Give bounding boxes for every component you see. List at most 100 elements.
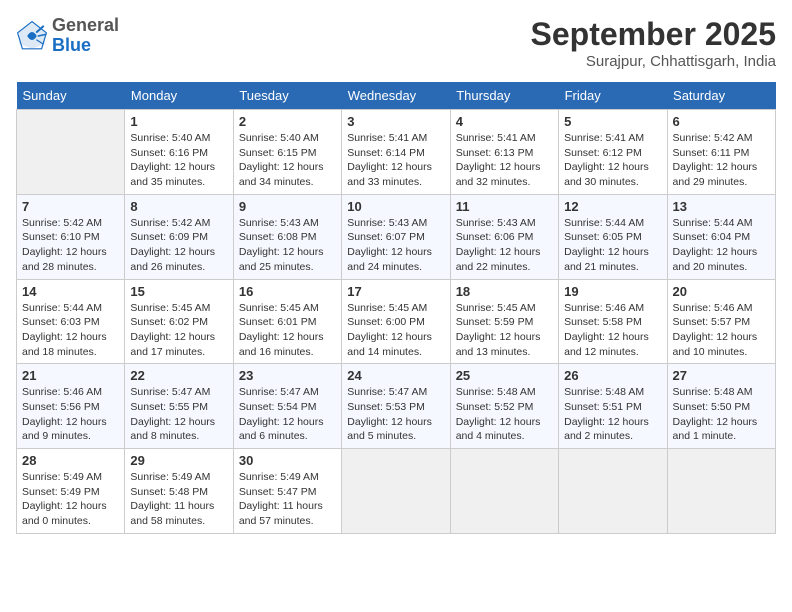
day-number: 30 [239,453,336,468]
calendar-cell: 23 Sunrise: 5:47 AMSunset: 5:54 PMDayligh… [233,364,341,449]
day-number: 2 [239,114,336,129]
day-info: Sunrise: 5:40 AMSunset: 6:15 PMDaylight:… [239,131,336,190]
day-number: 26 [564,368,661,383]
calendar-cell: 10Sunrise: 5:43 AMSunset: 6:07 PMDayligh… [342,194,450,279]
day-info: Sunrise: 5:47 AMSunset: 5:54 PMDaylight:… [239,385,336,444]
calendar-week-row: 7 Sunrise: 5:42 AMSunset: 6:10 PMDaylight… [17,194,776,279]
calendar-cell: 14 Sunrise: 5:44 AMSunset: 6:03 PMDayligh… [17,279,125,364]
day-info: Sunrise: 5:40 AMSunset: 6:16 PMDaylight:… [130,131,227,190]
calendar-cell: 12 Sunrise: 5:44 AMSunset: 6:05 PMDayligh… [559,194,667,279]
day-info: Sunrise: 5:44 AMSunset: 6:04 PMDaylight:… [673,216,770,275]
day-info: Sunrise: 5:49 AMSunset: 5:47 PMDaylight:… [239,470,336,529]
logo-icon [16,20,48,52]
day-info: Sunrise: 5:45 AMSunset: 6:00 PMDaylight:… [347,301,444,360]
title-section: September 2025 Surajpur, Chhattisgarh, I… [531,16,776,70]
calendar-cell: 28 Sunrise: 5:49 AMSunset: 5:49 PMDayligh… [17,449,125,534]
day-info: Sunrise: 5:45 AMSunset: 6:01 PMDaylight:… [239,301,336,360]
day-number: 25 [456,368,553,383]
weekday-header-friday: Friday [559,82,667,110]
day-info: Sunrise: 5:41 AMSunset: 6:12 PMDaylight:… [564,131,661,190]
day-number: 23 [239,368,336,383]
day-number: 13 [673,199,770,214]
day-number: 5 [564,114,661,129]
calendar-table: SundayMondayTuesdayWednesdayThursdayFrid… [16,82,776,534]
calendar-cell: 27Sunrise: 5:48 AMSunset: 5:50 PMDayligh… [667,364,775,449]
day-info: Sunrise: 5:44 AMSunset: 6:05 PMDaylight:… [564,216,661,275]
day-number: 12 [564,199,661,214]
day-info: Sunrise: 5:48 AMSunset: 5:50 PMDaylight:… [673,385,770,444]
day-number: 8 [130,199,227,214]
calendar-cell: 19 Sunrise: 5:46 AMSunset: 5:58 PMDayligh… [559,279,667,364]
day-number: 11 [456,199,553,214]
calendar-cell: 2 Sunrise: 5:40 AMSunset: 6:15 PMDaylight… [233,110,341,195]
day-number: 15 [130,284,227,299]
day-number: 24 [347,368,444,383]
calendar-cell: 24 Sunrise: 5:47 AMSunset: 5:53 PMDayligh… [342,364,450,449]
calendar-cell: 9 Sunrise: 5:43 AMSunset: 6:08 PMDaylight… [233,194,341,279]
day-info: Sunrise: 5:42 AMSunset: 6:09 PMDaylight:… [130,216,227,275]
calendar-cell: 13 Sunrise: 5:44 AMSunset: 6:04 PMDayligh… [667,194,775,279]
calendar-cell: 7 Sunrise: 5:42 AMSunset: 6:10 PMDaylight… [17,194,125,279]
day-info: Sunrise: 5:47 AMSunset: 5:53 PMDaylight:… [347,385,444,444]
day-number: 7 [22,199,119,214]
calendar-week-row: 14 Sunrise: 5:44 AMSunset: 6:03 PMDayligh… [17,279,776,364]
logo-general-text: General [52,15,119,35]
calendar-cell: 26 Sunrise: 5:48 AMSunset: 5:51 PMDayligh… [559,364,667,449]
day-info: Sunrise: 5:44 AMSunset: 6:03 PMDaylight:… [22,301,119,360]
day-number: 19 [564,284,661,299]
calendar-cell: 30 Sunrise: 5:49 AMSunset: 5:47 PMDayligh… [233,449,341,534]
day-info: Sunrise: 5:43 AMSunset: 6:06 PMDaylight:… [456,216,553,275]
calendar-cell: 8 Sunrise: 5:42 AMSunset: 6:09 PMDaylight… [125,194,233,279]
calendar-cell: 15Sunrise: 5:45 AMSunset: 6:02 PMDayligh… [125,279,233,364]
day-info: Sunrise: 5:48 AMSunset: 5:52 PMDaylight:… [456,385,553,444]
calendar-cell [667,449,775,534]
calendar-cell [559,449,667,534]
calendar-cell: 16 Sunrise: 5:45 AMSunset: 6:01 PMDayligh… [233,279,341,364]
day-number: 16 [239,284,336,299]
calendar-cell [342,449,450,534]
calendar-cell: 22 Sunrise: 5:47 AMSunset: 5:55 PMDayligh… [125,364,233,449]
calendar-cell: 1 Sunrise: 5:40 AMSunset: 6:16 PMDaylight… [125,110,233,195]
day-number: 14 [22,284,119,299]
day-info: Sunrise: 5:49 AMSunset: 5:48 PMDaylight:… [130,470,227,529]
calendar-cell: 29 Sunrise: 5:49 AMSunset: 5:48 PMDayligh… [125,449,233,534]
weekday-header-saturday: Saturday [667,82,775,110]
day-info: Sunrise: 5:43 AMSunset: 6:07 PMDaylight:… [347,216,444,275]
day-number: 17 [347,284,444,299]
calendar-cell: 6Sunrise: 5:42 AMSunset: 6:11 PMDaylight… [667,110,775,195]
day-number: 28 [22,453,119,468]
logo: General Blue [16,16,119,56]
calendar-week-row: 28 Sunrise: 5:49 AMSunset: 5:49 PMDayligh… [17,449,776,534]
day-info: Sunrise: 5:48 AMSunset: 5:51 PMDaylight:… [564,385,661,444]
calendar-cell: 11 Sunrise: 5:43 AMSunset: 6:06 PMDayligh… [450,194,558,279]
month-title: September 2025 [531,16,776,53]
day-info: Sunrise: 5:47 AMSunset: 5:55 PMDaylight:… [130,385,227,444]
day-info: Sunrise: 5:43 AMSunset: 6:08 PMDaylight:… [239,216,336,275]
day-info: Sunrise: 5:46 AMSunset: 5:58 PMDaylight:… [564,301,661,360]
day-number: 3 [347,114,444,129]
day-info: Sunrise: 5:49 AMSunset: 5:49 PMDaylight:… [22,470,119,529]
day-number: 22 [130,368,227,383]
day-number: 29 [130,453,227,468]
day-info: Sunrise: 5:42 AMSunset: 6:10 PMDaylight:… [22,216,119,275]
calendar-cell: 17 Sunrise: 5:45 AMSunset: 6:00 PMDayligh… [342,279,450,364]
calendar-cell: 3Sunrise: 5:41 AMSunset: 6:14 PMDaylight… [342,110,450,195]
page-header: General Blue September 2025 Surajpur, Ch… [16,16,776,70]
weekday-header-sunday: Sunday [17,82,125,110]
day-number: 18 [456,284,553,299]
calendar-cell [17,110,125,195]
weekday-header-wednesday: Wednesday [342,82,450,110]
calendar-cell: 4Sunrise: 5:41 AMSunset: 6:13 PMDaylight… [450,110,558,195]
calendar-cell: 25 Sunrise: 5:48 AMSunset: 5:52 PMDayligh… [450,364,558,449]
day-number: 20 [673,284,770,299]
day-number: 1 [130,114,227,129]
day-info: Sunrise: 5:42 AMSunset: 6:11 PMDaylight:… [673,131,770,190]
day-number: 9 [239,199,336,214]
day-number: 4 [456,114,553,129]
weekday-header-tuesday: Tuesday [233,82,341,110]
day-info: Sunrise: 5:45 AMSunset: 5:59 PMDaylight:… [456,301,553,360]
day-info: Sunrise: 5:46 AMSunset: 5:56 PMDaylight:… [22,385,119,444]
weekday-header-row: SundayMondayTuesdayWednesdayThursdayFrid… [17,82,776,110]
calendar-cell: 5 Sunrise: 5:41 AMSunset: 6:12 PMDaylight… [559,110,667,195]
calendar-cell: 21Sunrise: 5:46 AMSunset: 5:56 PMDayligh… [17,364,125,449]
